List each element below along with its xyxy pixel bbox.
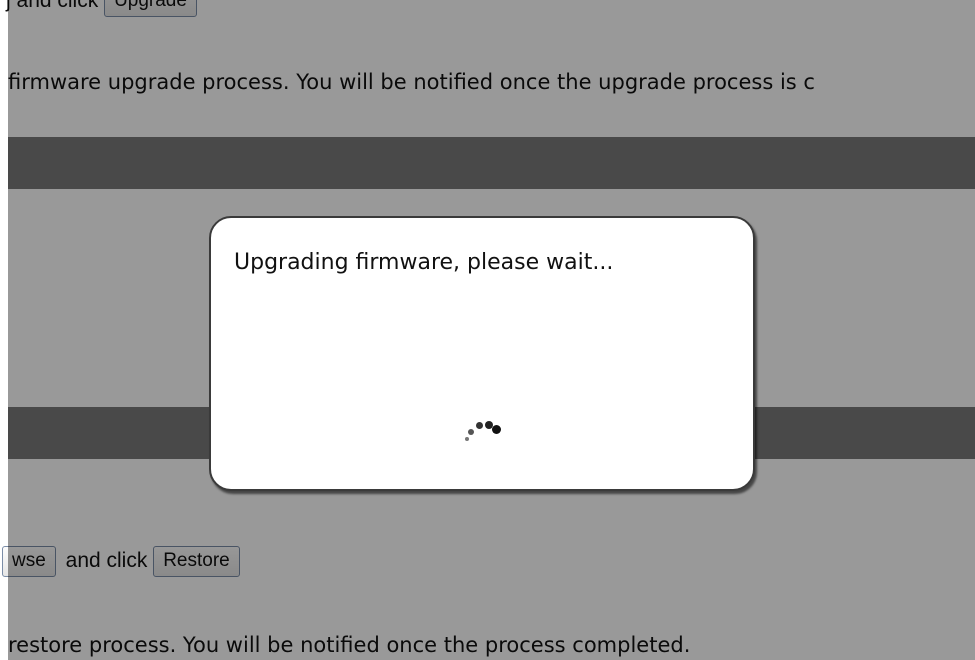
spinner-dot <box>476 422 483 429</box>
spinner-dot <box>465 437 469 441</box>
upgrade-progress-dialog: Upgrading firmware, please wait... <box>209 216 755 491</box>
loading-spinner-icon <box>459 414 503 448</box>
upgrade-progress-message: Upgrading firmware, please wait... <box>234 250 614 275</box>
screen: j and click Upgrade firmware upgrade pro… <box>0 0 975 660</box>
spinner-dot <box>468 429 474 435</box>
spinner-dot <box>492 425 501 434</box>
